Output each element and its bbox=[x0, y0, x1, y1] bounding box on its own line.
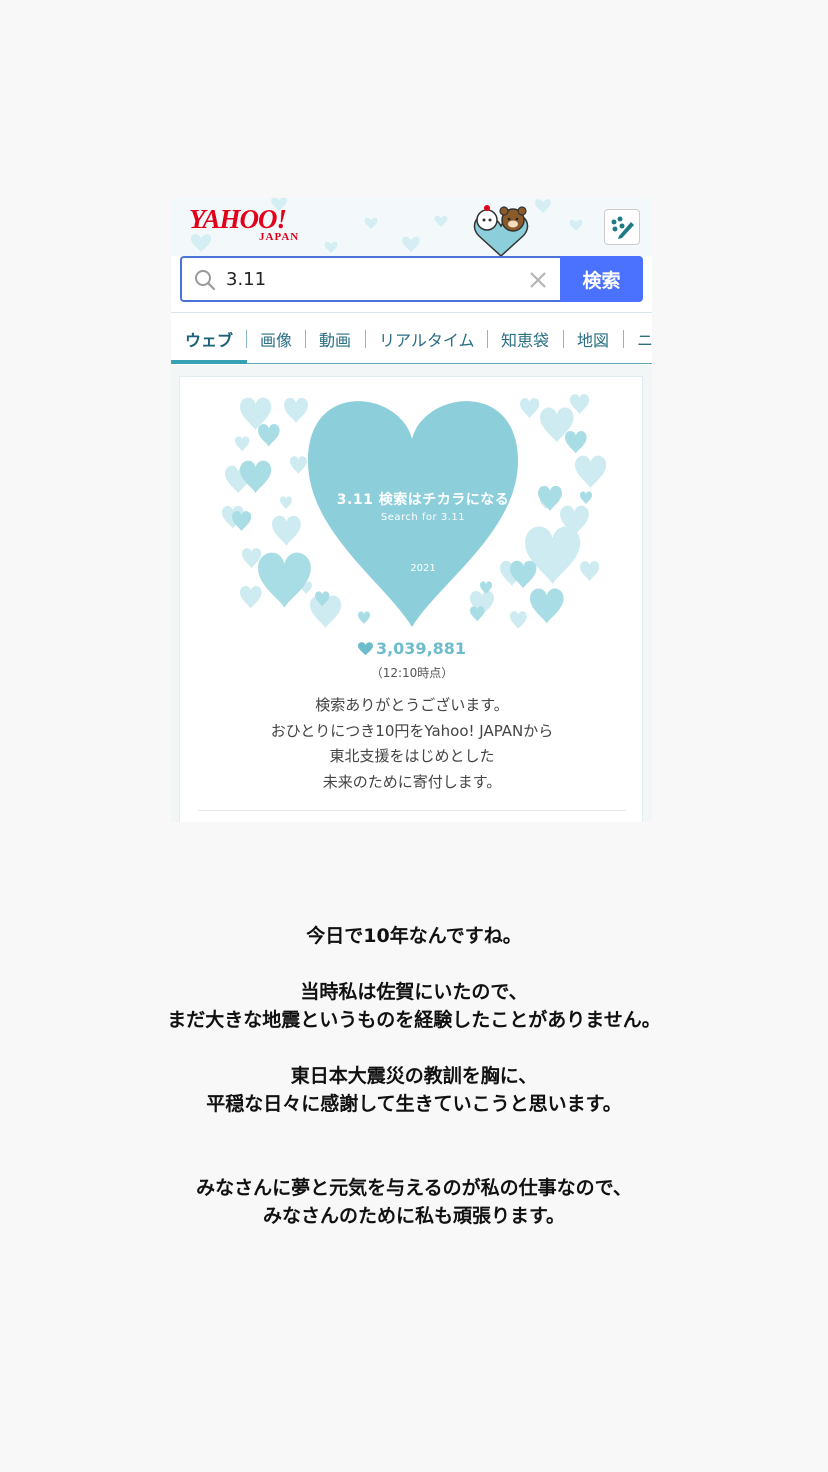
tab-chiebukuro[interactable]: 知恵袋 bbox=[501, 327, 549, 351]
count-timestamp: （12:10時点） bbox=[370, 666, 454, 680]
tab-separator bbox=[305, 330, 306, 348]
tab-separator bbox=[623, 330, 624, 348]
tab-images[interactable]: 画像 bbox=[260, 327, 292, 351]
screenshot-image: YAHOO! JAPAN 3.11 検索 ウェブ 画像 動画 リアルタイム 知恵… bbox=[171, 198, 652, 822]
card-divider bbox=[198, 810, 626, 811]
tab-map[interactable]: 地図 bbox=[577, 327, 609, 351]
heart-icon bbox=[357, 642, 373, 656]
logo-sub-text: JAPAN bbox=[259, 231, 300, 243]
yahoo-japan-logo[interactable]: YAHOO! JAPAN bbox=[189, 204, 314, 244]
search-icon bbox=[195, 270, 216, 291]
message-line: おひとりにつき10円をYahoo! JAPANから bbox=[270, 721, 554, 740]
search-count: 3,039,881 bbox=[180, 639, 644, 658]
tab-web[interactable]: ウェブ bbox=[185, 327, 233, 351]
caption-paragraph-1: 今日で10年なんですね。 bbox=[0, 922, 828, 950]
tab-realtime[interactable]: リアルタイム bbox=[379, 327, 475, 351]
caption-line: 当時私は佐賀にいたので、 bbox=[300, 981, 528, 1003]
caption-paragraph-4: みなさんに夢と元気を与えるのが私の仕事なので、 みなさんのために私も頑張ります。 bbox=[0, 1174, 828, 1230]
mascot-heart-icon bbox=[473, 205, 529, 258]
banner-year: 2021 bbox=[410, 563, 436, 574]
search-bar: 3.11 検索 bbox=[180, 256, 643, 302]
caption-paragraph-2: 当時私は佐賀にいたので、 まだ大きな地震というものを経験したことがありません。 bbox=[0, 978, 828, 1034]
tab-separator bbox=[563, 330, 564, 348]
results-area: 3.11 検索はチカラになる Search for 3.11 2021 3,03… bbox=[171, 365, 652, 822]
message-line: 検索ありがとうございます。 bbox=[315, 696, 509, 714]
header: YAHOO! JAPAN bbox=[171, 198, 652, 258]
search-button[interactable]: 検索 bbox=[560, 256, 643, 302]
message-line: 未来のために寄付します。 bbox=[322, 772, 502, 791]
caption-line: みなさんに夢と元気を与えるのが私の仕事なので、 bbox=[196, 1177, 632, 1199]
clear-icon[interactable] bbox=[529, 271, 547, 289]
banner-subtitle: Search for 3.11 bbox=[380, 512, 466, 523]
tab-separator bbox=[246, 330, 247, 348]
search-query-text: 3.11 bbox=[226, 269, 267, 290]
tab-separator bbox=[487, 330, 488, 348]
search-count-value: 3,039,881 bbox=[375, 639, 467, 658]
search-for-311-banner[interactable]: 3.11 検索はチカラになる Search for 3.11 2021 3,03… bbox=[179, 376, 643, 822]
active-tab-indicator bbox=[171, 360, 247, 364]
tab-separator bbox=[365, 330, 366, 348]
caption-line: みなさんのために私も頑張ります。 bbox=[262, 1205, 566, 1227]
tab-video[interactable]: 動画 bbox=[319, 327, 351, 351]
tools-menu-button[interactable] bbox=[604, 209, 640, 245]
donation-message: 検索ありがとうございます。 おひとりにつき10円をYahoo! JAPANから … bbox=[180, 693, 644, 795]
caption-line: まだ大きな地震というものを経験したことがありません。 bbox=[167, 1009, 661, 1031]
logo-main-text: YAHOO! bbox=[189, 204, 287, 234]
search-input[interactable]: 3.11 bbox=[180, 256, 560, 302]
banner-title: 3.11 検索はチカラになる bbox=[336, 492, 510, 508]
caption-line: 平穏な日々に感謝して生きていこうと思います。 bbox=[206, 1093, 622, 1115]
tab-news[interactable]: ニ bbox=[637, 327, 652, 351]
pen-icon bbox=[611, 216, 634, 239]
caption-line: 東日本大震災の教訓を胸に、 bbox=[290, 1065, 538, 1087]
search-type-tabs: ウェブ 画像 動画 リアルタイム 知恵袋 地図 ニ bbox=[171, 312, 652, 364]
message-line: 東北支援をはじめとした bbox=[329, 747, 495, 765]
caption-paragraph-3: 東日本大震災の教訓を胸に、 平穏な日々に感謝して生きていこうと思います。 bbox=[0, 1062, 828, 1118]
caption-line: 今日で10年なんですね。 bbox=[306, 925, 522, 947]
